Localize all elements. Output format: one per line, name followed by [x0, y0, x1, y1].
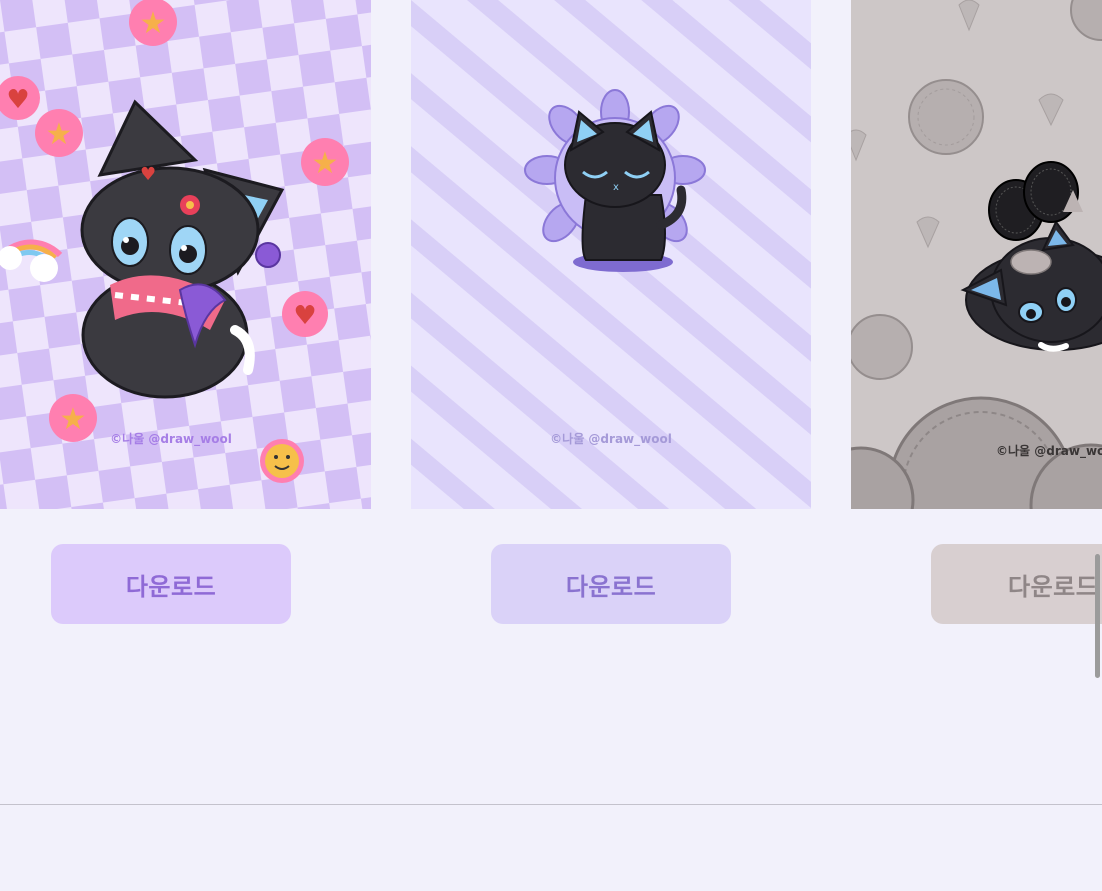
svg-text:★: ★: [60, 402, 87, 437]
download-button-3[interactable]: 다운로드: [931, 544, 1102, 624]
credit-text: ©나울 @draw_woo: [996, 443, 1102, 459]
wallpaper-image-1: ★ ★ ★ ★ ♥ ♥ ♥ ©나울 @draw_wool: [0, 0, 371, 509]
star-sticker-icon: ★: [301, 138, 349, 186]
wallpaper-image-2: x ©나울 @draw_wool: [411, 0, 811, 509]
credit-text: ©나울 @draw_wool: [550, 431, 672, 447]
horizontal-scrollbar[interactable]: [1095, 554, 1100, 678]
section-divider: [0, 804, 1102, 805]
svg-text:x: x: [613, 182, 619, 193]
credit-text: ©나울 @draw_wool: [110, 431, 232, 447]
svg-text:♥: ♥: [293, 301, 316, 331]
star-sticker-icon: ★: [129, 0, 177, 46]
svg-text:♥: ♥: [6, 85, 29, 115]
smiley-sticker-icon: [260, 439, 304, 483]
star-sticker-icon: ★: [49, 394, 97, 442]
svg-text:★: ★: [140, 6, 167, 41]
download-button-1[interactable]: 다운로드: [51, 544, 291, 624]
star-sticker-icon: ★: [35, 109, 83, 157]
wallpaper-image-3: ©나울 @draw_woo: [851, 0, 1102, 509]
svg-text:♥: ♥: [140, 164, 156, 185]
wallpaper-preview-1: ★ ★ ★ ★ ♥ ♥ ♥ ©나울 @draw_wool: [0, 0, 371, 509]
download-button-2[interactable]: 다운로드: [491, 544, 731, 624]
wallpaper-preview-2: x ©나울 @draw_wool: [411, 0, 811, 509]
svg-text:★: ★: [312, 146, 339, 181]
svg-text:★: ★: [46, 117, 73, 152]
heart-sticker-icon: ♥: [282, 291, 328, 337]
wallpaper-preview-3: ©나울 @draw_woo: [851, 0, 1102, 509]
